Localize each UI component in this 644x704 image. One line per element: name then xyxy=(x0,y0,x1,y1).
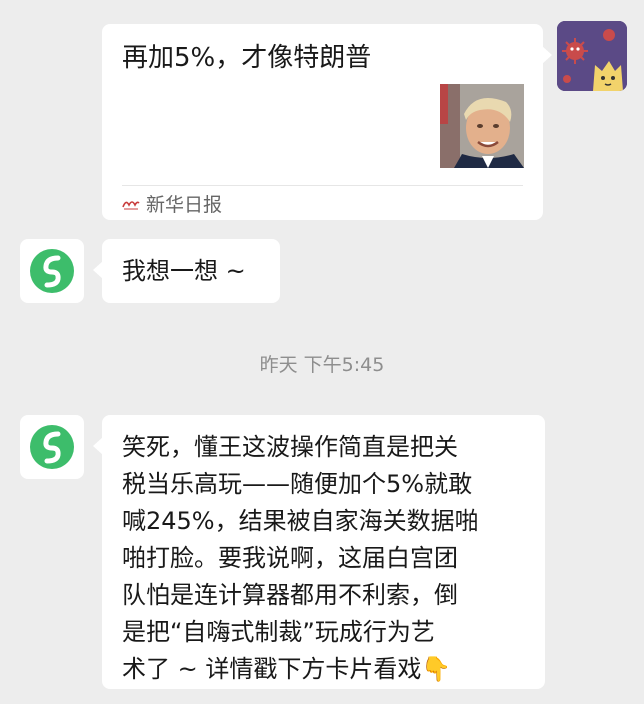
message-line: 啪打脸。要我说啊，这届白宫团 xyxy=(122,544,458,572)
message-line: 是把“自嗨式制裁”玩成行为艺 xyxy=(122,618,435,646)
news-card[interactable]: 再加5%，才像特朗普 新华日报 xyxy=(102,24,552,220)
green-s-logo-icon xyxy=(30,249,74,293)
card-title: 再加5%，才像特朗普 xyxy=(122,43,372,73)
message-line: 队怕是连计算器都用不利索，倒 xyxy=(122,581,458,609)
bot-avatar[interactable] xyxy=(20,239,84,303)
message-timestamp: 昨天 下午5:45 xyxy=(259,354,385,376)
portrait-photo-icon xyxy=(440,84,524,168)
message-line: 税当乐高玩——随便加个5%就敢 xyxy=(122,470,473,498)
card-source: 新华日报 xyxy=(122,189,222,217)
user-avatar[interactable] xyxy=(557,21,627,91)
green-s-logo-icon xyxy=(30,425,74,469)
card-source-name: 新华日报 xyxy=(146,193,223,216)
card-divider xyxy=(122,185,523,186)
newspaper-logo-icon xyxy=(122,196,140,210)
bot-avatar[interactable] xyxy=(20,415,84,479)
message-bubble[interactable]: 笑死，懂王这波操作简直是把关 税当乐高玩——随便加个5%就敢 喊245%，结果被… xyxy=(93,415,545,689)
chat-window: 再加5%，才像特朗普 新华日报 我想一想 ~ 昨天 下午5:45 笑死，懂王这波… xyxy=(0,0,644,704)
card-thumbnail xyxy=(440,84,524,168)
message-line: 术了 ~ 详情戳下方卡片看戏👇 xyxy=(122,655,452,683)
message-line: 喊245%，结果被自家海关数据啪 xyxy=(122,507,479,535)
message-text: 我想一想 ~ xyxy=(122,257,246,285)
message-line: 笑死，懂王这波操作简直是把关 xyxy=(122,433,458,461)
cartoon-cat-virus-icon xyxy=(557,21,627,91)
message-text: 笑死，懂王这波操作简直是把关 税当乐高玩——随便加个5%就敢 喊245%，结果被… xyxy=(122,429,530,688)
message-bubble[interactable]: 我想一想 ~ xyxy=(93,239,280,303)
